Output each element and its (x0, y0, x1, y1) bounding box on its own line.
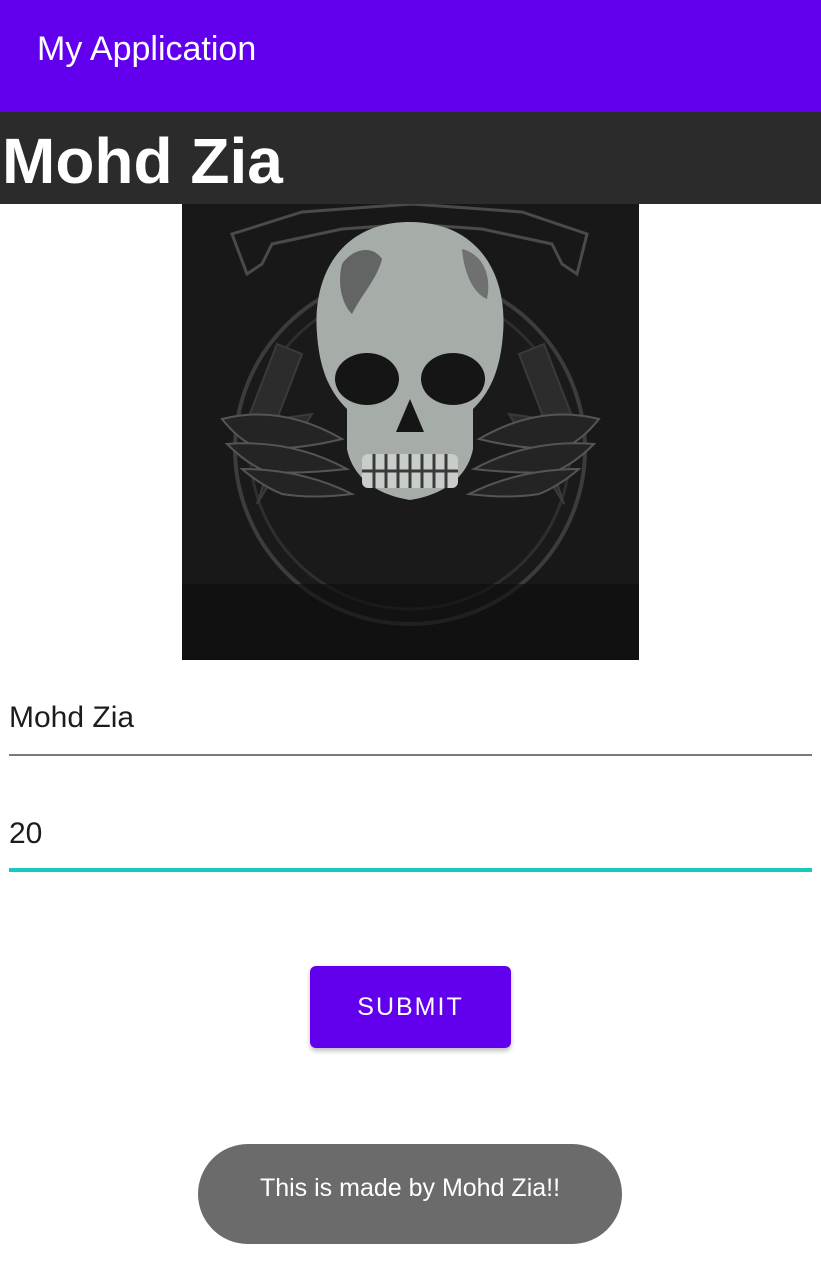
toast-text: This is made by Mohd Zia!! (259, 1174, 561, 1202)
app-title: My Application (37, 30, 257, 68)
age-field-underline (9, 868, 812, 872)
name-banner-text: Mohd Zia (2, 125, 283, 197)
age-field[interactable]: 20 (9, 806, 812, 872)
name-field-underline (9, 754, 812, 756)
age-field-value: 20 (9, 817, 43, 850)
name-field-value: Mohd Zia (9, 701, 135, 734)
submit-button[interactable]: SUBMIT (310, 966, 511, 1048)
toast-message: This is made by Mohd Zia!! (198, 1144, 622, 1244)
submit-button-label: SUBMIT (357, 993, 464, 1021)
skull-emblem-image (182, 204, 639, 660)
name-field[interactable]: Mohd Zia (9, 690, 812, 756)
name-banner: Mohd Zia (0, 112, 821, 204)
app-bar: My Application (0, 0, 821, 112)
